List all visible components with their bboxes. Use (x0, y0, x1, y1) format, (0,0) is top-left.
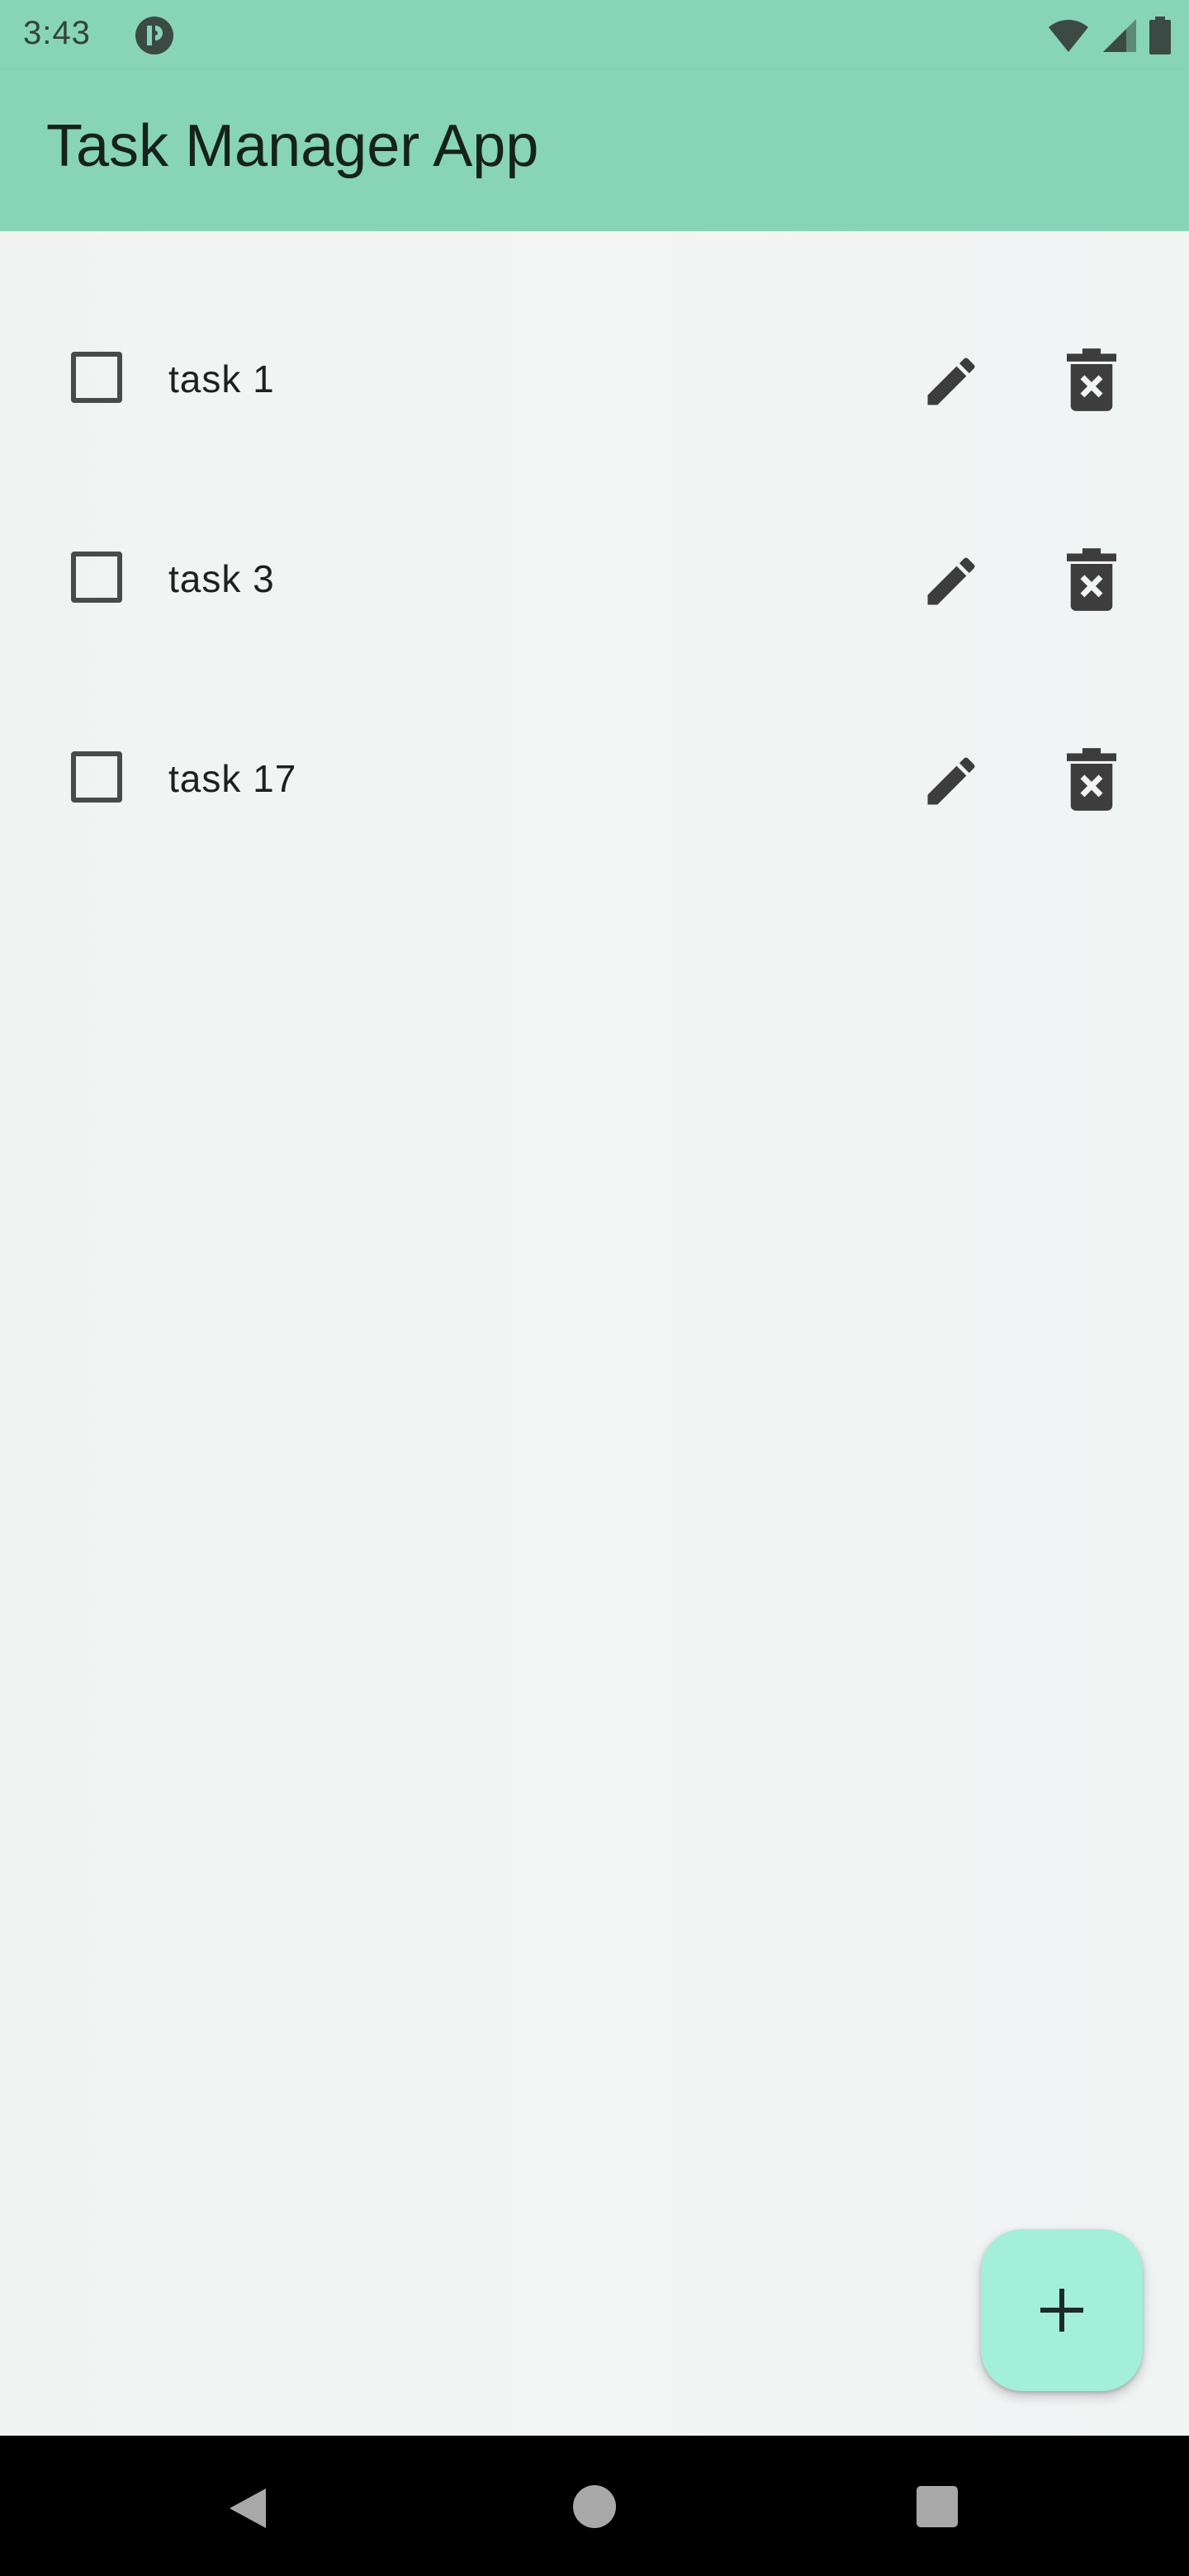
page-title: Task Manager App (46, 113, 539, 179)
battery-icon (1149, 17, 1171, 59)
task-label: task 17 (168, 757, 297, 800)
add-task-button[interactable] (981, 2229, 1143, 2391)
wifi-icon (1047, 17, 1090, 58)
list-item: task 1 (0, 281, 1189, 481)
task-checkbox[interactable] (71, 751, 122, 803)
trash-icon (1067, 548, 1116, 611)
pencil-icon (927, 557, 975, 605)
plus-icon (1040, 2289, 1083, 2332)
edit-button[interactable] (920, 550, 983, 613)
edit-button[interactable] (920, 750, 983, 812)
app-notification-icon (134, 15, 175, 56)
task-list: task 1 task 3 task 17 (0, 281, 1189, 880)
status-time: 3:43 (23, 15, 91, 51)
recents-icon[interactable] (917, 2486, 958, 2527)
delete-button[interactable] (1067, 748, 1116, 811)
trash-icon (1067, 348, 1116, 411)
pencil-icon (927, 358, 975, 405)
list-item: task 17 (0, 680, 1189, 880)
task-label: task 1 (168, 358, 275, 400)
list-item: task 3 (0, 481, 1189, 680)
signal-icon (1101, 17, 1138, 58)
system-nav-bar (0, 2436, 1189, 2576)
edit-button[interactable] (920, 350, 983, 413)
pencil-icon (927, 757, 975, 805)
status-bar: 3:43 (0, 0, 1189, 69)
task-checkbox[interactable] (71, 552, 122, 603)
task-list-area: task 1 task 3 task 17 (0, 231, 1189, 2436)
home-icon[interactable] (573, 2485, 616, 2528)
task-label: task 3 (168, 557, 275, 600)
app-bar: Task Manager App (0, 69, 1189, 231)
task-checkbox[interactable] (71, 352, 122, 403)
back-icon[interactable] (225, 2485, 271, 2531)
delete-button[interactable] (1067, 348, 1116, 411)
delete-button[interactable] (1067, 548, 1116, 611)
trash-icon (1067, 748, 1116, 811)
